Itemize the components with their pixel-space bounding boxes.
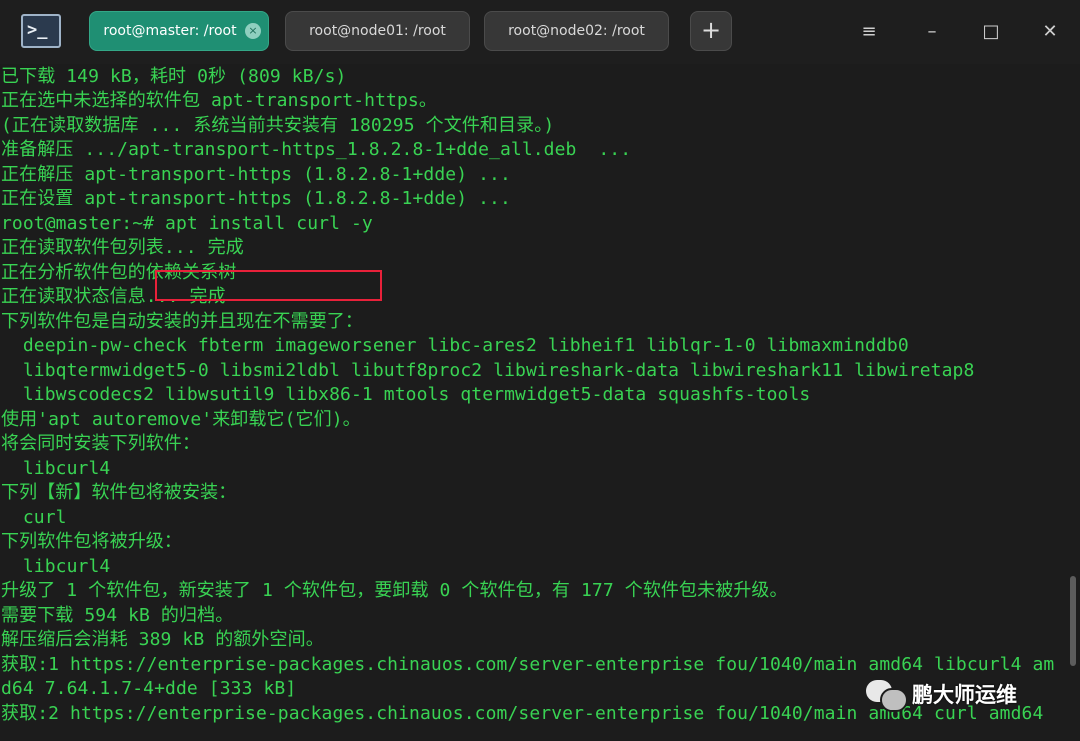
terminal-line: 下列软件包将被升级： bbox=[1, 531, 182, 552]
terminal-line: 需要下载 594 kB 的归档。 bbox=[1, 605, 234, 626]
terminal-line: 正在读取软件包列表... 完成 bbox=[1, 237, 244, 258]
terminal-line: 已下载 149 kB，耗时 0秒 (809 kB/s) bbox=[1, 66, 347, 87]
command-highlight-box bbox=[155, 270, 382, 301]
terminal-line: deepin-pw-check fbterm imageworsener lib… bbox=[1, 335, 909, 356]
terminal-line: 正在解压 apt-transport-https (1.8.2.8-1+dde)… bbox=[1, 164, 511, 185]
tab-label: root@node02: /root bbox=[508, 23, 645, 39]
tab-root-node02[interactable]: root@node02: /root bbox=[484, 11, 669, 51]
terminal-scrollbar[interactable] bbox=[1070, 576, 1076, 666]
tab-label: root@node01: /root bbox=[309, 23, 446, 39]
terminal-line: 下列【新】软件包将被安装： bbox=[1, 482, 237, 503]
terminal-line: libwscodecs2 libwsutil9 libx86-1 mtools … bbox=[1, 384, 811, 405]
terminal-line: (正在读取数据库 ... 系统当前共安装有 180295 个文件和目录。) bbox=[1, 115, 555, 136]
minimize-icon[interactable]: – bbox=[918, 18, 946, 46]
terminal-line: libcurl4 bbox=[1, 458, 111, 479]
wechat-icon bbox=[866, 678, 908, 712]
terminal-line: 升级了 1 个软件包，新安装了 1 个软件包，要卸载 0 个软件包，有 177 … bbox=[1, 580, 788, 601]
terminal-app-icon[interactable]: >_ bbox=[21, 14, 61, 48]
terminal-output[interactable]: 已下载 149 kB，耗时 0秒 (809 kB/s) 正在选中未选择的软件包 … bbox=[0, 64, 1068, 741]
tab-root-node01[interactable]: root@node01: /root bbox=[285, 11, 470, 51]
terminal-line: 正在设置 apt-transport-https (1.8.2.8-1+dde)… bbox=[1, 188, 511, 209]
terminal-line: 下列软件包是自动安装的并且现在不需要了： bbox=[1, 311, 363, 332]
add-tab-button[interactable]: + bbox=[690, 11, 732, 51]
watermark-text: 鹏大师运维 bbox=[912, 683, 1017, 707]
watermark: 鹏大师运维 bbox=[866, 676, 1017, 712]
terminal-line: 将会同时安装下列软件： bbox=[1, 433, 201, 454]
command-prompt-line: root@master:~# apt install curl -y bbox=[1, 213, 373, 234]
terminal-line: 解压缩后会消耗 389 kB 的额外空间。 bbox=[1, 629, 324, 650]
terminal-line: 使用'apt autoremove'来卸载它(它们)。 bbox=[1, 409, 361, 430]
terminal-line: libcurl4 bbox=[1, 556, 111, 577]
terminal-line: 获取:1 https://enterprise-packages.chinauo… bbox=[1, 654, 1055, 675]
menu-icon[interactable]: ≡ bbox=[855, 18, 883, 46]
terminal-line: d64 7.64.1.7-4+dde [333 kB] bbox=[1, 678, 297, 699]
terminal-line: 正在选中未选择的软件包 apt-transport-https。 bbox=[1, 90, 437, 111]
close-window-icon[interactable]: ✕ bbox=[1036, 18, 1064, 46]
terminal-line: curl bbox=[1, 507, 67, 528]
close-tab-icon[interactable]: × bbox=[245, 23, 261, 39]
maximize-icon[interactable]: □ bbox=[977, 18, 1005, 46]
tab-root-master[interactable]: root@master: /root × bbox=[89, 11, 269, 51]
terminal-line: libqtermwidget5-0 libsmi2ldbl libutf8pro… bbox=[1, 360, 975, 381]
tab-label: root@master: /root bbox=[103, 23, 237, 39]
terminal-line: 准备解压 .../apt-transport-https_1.8.2.8-1+d… bbox=[1, 139, 632, 160]
title-bar: >_ root@master: /root × root@node01: /ro… bbox=[0, 0, 1080, 64]
